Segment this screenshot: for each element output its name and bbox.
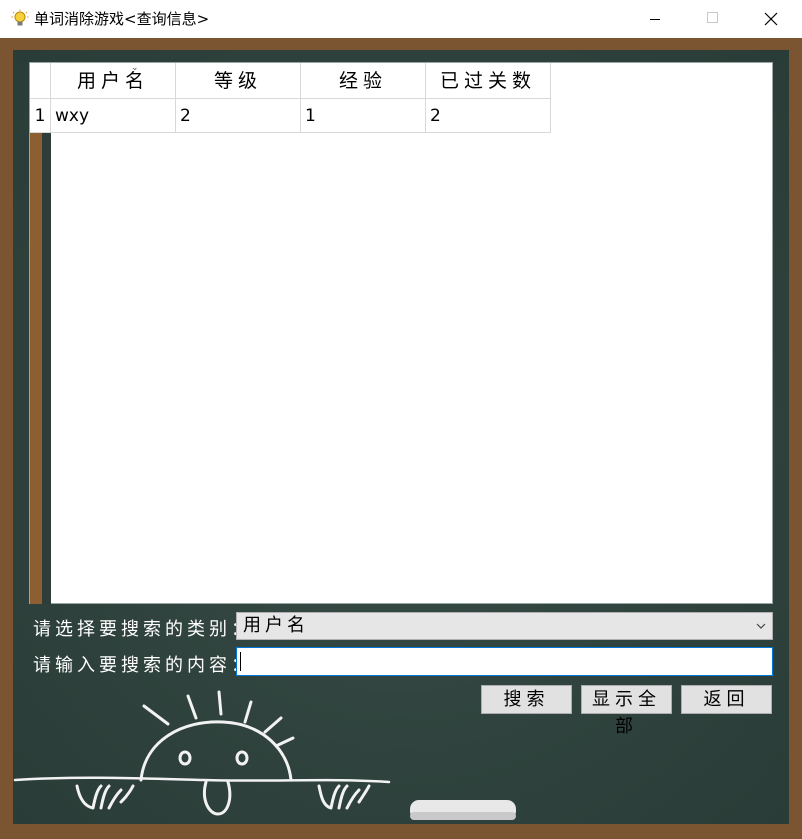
- table-cell-level[interactable]: 2: [176, 99, 301, 133]
- table-cell-username[interactable]: wxy: [51, 99, 176, 133]
- table-side-stripe-dark: [42, 133, 51, 604]
- column-header-level[interactable]: 等级: [176, 63, 301, 99]
- table-cell-experience[interactable]: 1: [301, 99, 426, 133]
- minimize-icon: [650, 19, 660, 20]
- maximize-icon: [707, 12, 718, 23]
- content-label: 请输入要搜索的内容：: [33, 655, 253, 676]
- close-icon: [764, 12, 778, 26]
- search-content-input[interactable]: [236, 647, 773, 676]
- text-caret: [240, 652, 241, 671]
- table-side-stripe: [30, 133, 42, 604]
- window-title: 单词消除游戏<查询信息>: [34, 10, 210, 28]
- row-header[interactable]: 1: [30, 99, 51, 133]
- minimize-button[interactable]: [626, 0, 684, 38]
- chalk-creature-drawing: [13, 690, 516, 820]
- table-corner-cell[interactable]: [30, 63, 51, 99]
- chevron-down-icon: [756, 623, 766, 629]
- category-select[interactable]: 用户名: [236, 612, 773, 640]
- column-header-username[interactable]: ⌄ 用户名: [51, 63, 176, 99]
- sort-indicator-icon: ⌄: [131, 63, 144, 73]
- column-header-experience[interactable]: 经验: [301, 63, 426, 99]
- lightbulb-icon: [11, 9, 29, 26]
- table-cell-levels-passed[interactable]: 2: [426, 99, 551, 133]
- maximize-button[interactable]: [684, 0, 742, 38]
- category-label: 请选择要搜索的类别：: [33, 619, 253, 640]
- title-bar: 单词消除游戏<查询信息>: [0, 0, 802, 38]
- column-header-levels-passed[interactable]: 已过关数: [426, 63, 551, 99]
- results-table[interactable]: ⌄ 用户名 等级 经验 已过关数 1 wxy 2 1 2: [29, 62, 773, 604]
- category-selected-value: 用户名: [243, 615, 309, 636]
- close-button[interactable]: [742, 0, 800, 38]
